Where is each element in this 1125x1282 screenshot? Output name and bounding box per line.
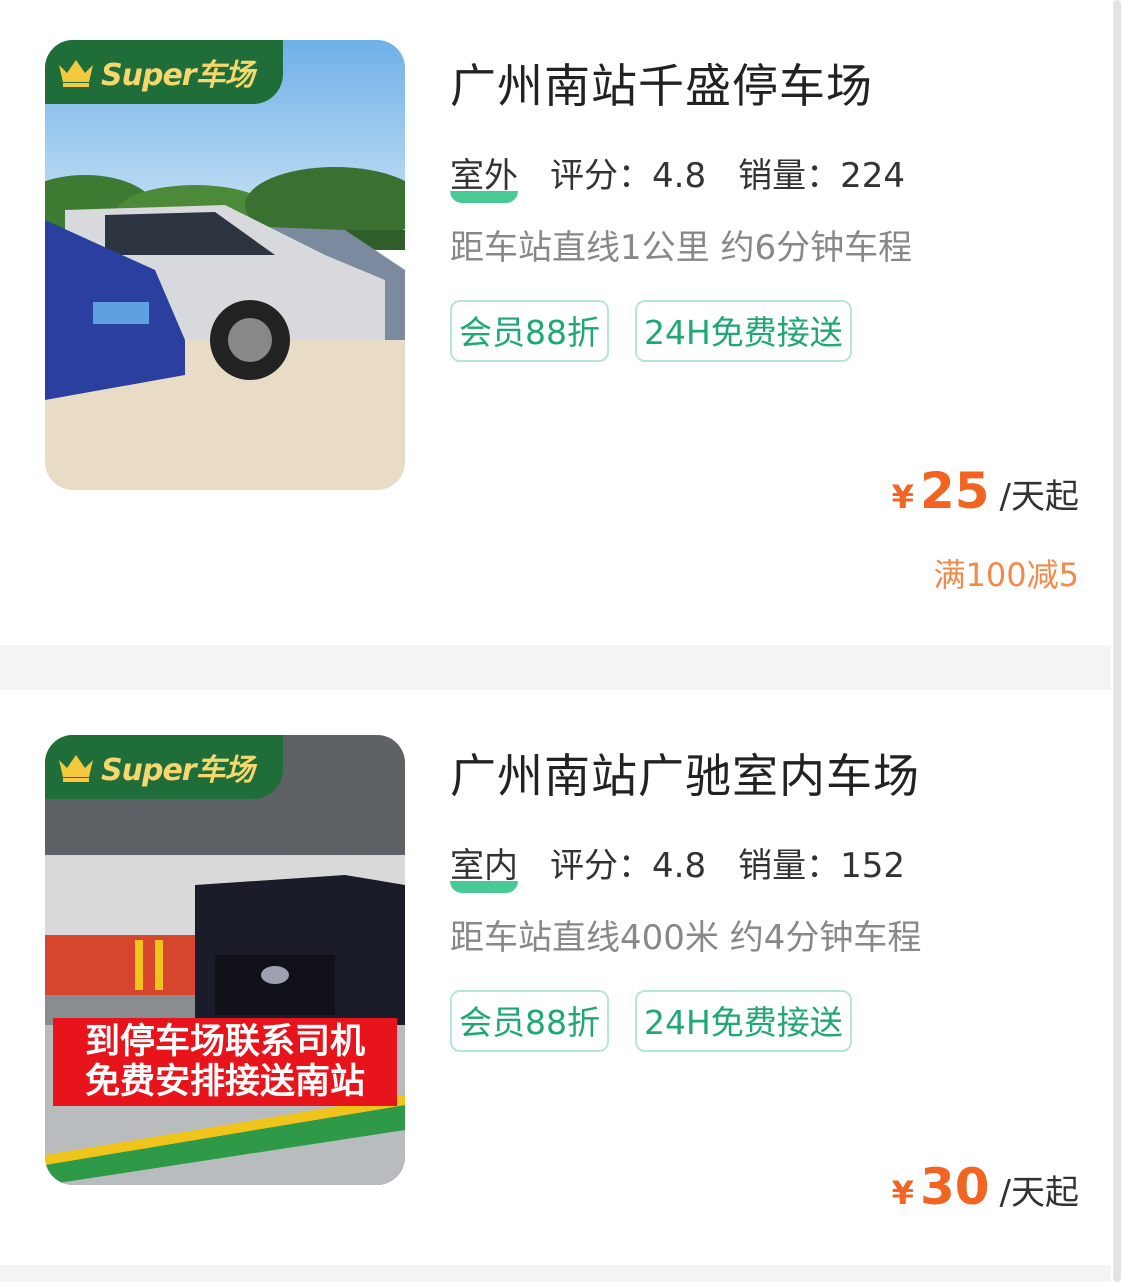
parking-lot-meta: 室内 评分：4.8 销量：152 — [450, 838, 905, 893]
rating: 评分：4.8 — [550, 156, 707, 196]
parking-lot-title: 广州南站广驰室内车场 — [450, 749, 920, 803]
price-unit: /天起 — [999, 477, 1079, 517]
price-amount: 25 — [919, 462, 990, 520]
scrollbar[interactable] — [1111, 0, 1125, 1282]
tag-free-shuttle: 24H免费接送 — [635, 990, 852, 1052]
price: ¥ 25 /天起 — [892, 462, 1079, 520]
super-lot-badge: Super车场 — [45, 40, 283, 104]
environment-label: 室外 — [450, 148, 518, 203]
promo-line-2: 免费安排接送南站 — [84, 1062, 365, 1102]
price-unit: /天起 — [999, 1173, 1079, 1213]
sales-count: 销量：224 — [738, 156, 905, 196]
parking-lot-title: 广州南站千盛停车场 — [450, 59, 873, 113]
distance-info: 距车站直线400米 约4分钟车程 — [450, 918, 922, 958]
sales-count: 销量：152 — [738, 846, 905, 886]
crown-icon — [59, 755, 93, 782]
photo-promo-caption: 到停车场联系司机 免费安排接送南站 — [53, 1018, 397, 1106]
parking-lot-photo: Super车场 — [45, 40, 405, 490]
promo-line-1: 到停车场联系司机 — [84, 1022, 365, 1062]
tag-list: 会员88折 24H免费接送 — [450, 990, 852, 1052]
currency-symbol: ¥ — [891, 478, 914, 516]
tag-member-discount: 会员88折 — [450, 990, 609, 1052]
discount-offer: 满100减5 — [933, 556, 1079, 594]
tag-list: 会员88折 24H免费接送 — [450, 300, 852, 362]
currency-symbol: ¥ — [891, 1174, 914, 1212]
crown-icon — [59, 60, 93, 87]
price-amount: 30 — [919, 1158, 990, 1216]
card-divider — [0, 645, 1125, 690]
badge-label: Super车场 — [101, 58, 255, 93]
environment-label: 室内 — [450, 838, 518, 893]
tag-member-discount: 会员88折 — [450, 300, 609, 362]
parking-lot-card[interactable]: Super车场 到停车场联系司机 免费安排接送南站 广州南站广驰室内车场 室内 … — [0, 690, 1111, 1265]
distance-info: 距车站直线1公里 约6分钟车程 — [450, 228, 913, 268]
indoor-parking-photo — [45, 735, 405, 1185]
scrollbar-thumb[interactable] — [1113, 0, 1121, 1282]
parking-lot-photo: Super车场 到停车场联系司机 免费安排接送南站 — [45, 735, 405, 1185]
tag-free-shuttle: 24H免费接送 — [635, 300, 852, 362]
price: ¥ 30 /天起 — [892, 1158, 1079, 1216]
outdoor-parking-photo — [45, 40, 405, 490]
parking-lot-card[interactable]: Super车场 广州南站千盛停车场 室外 评分：4.8 销量：224 距车站直线… — [0, 0, 1111, 645]
parking-lot-meta: 室外 评分：4.8 销量：224 — [450, 148, 905, 203]
super-lot-badge: Super车场 — [45, 735, 283, 799]
badge-label: Super车场 — [101, 753, 255, 788]
card-divider — [0, 1265, 1125, 1282]
rating: 评分：4.8 — [550, 846, 707, 886]
